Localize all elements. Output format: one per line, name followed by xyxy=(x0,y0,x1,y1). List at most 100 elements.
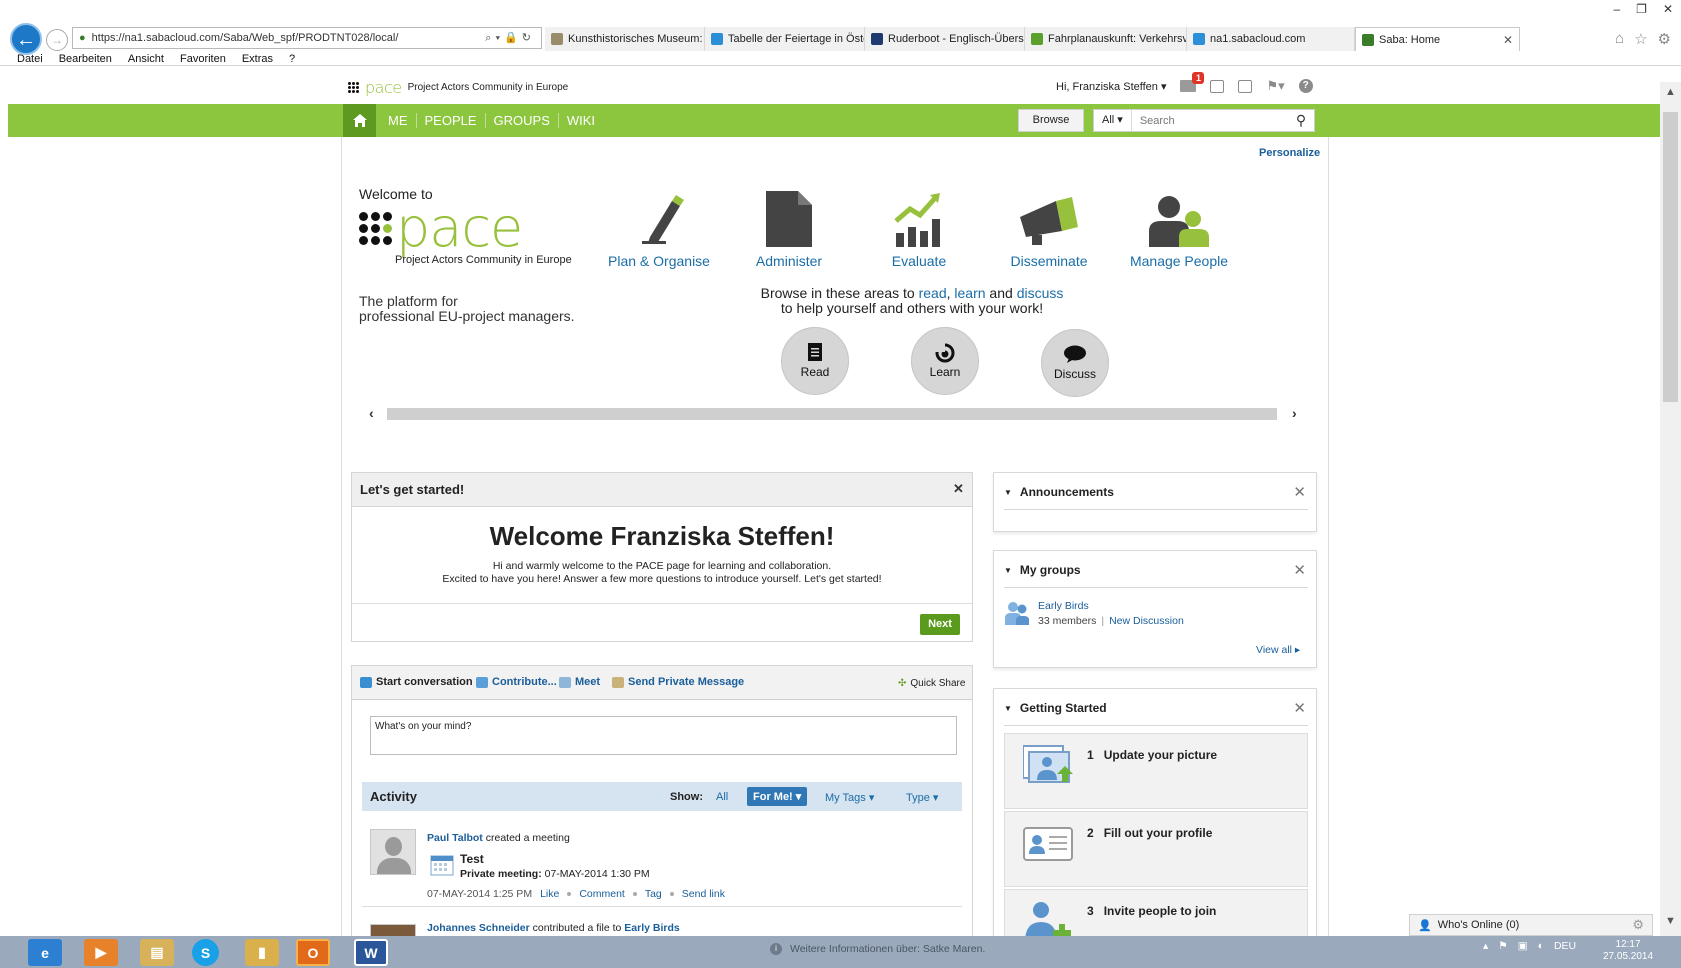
user-menu[interactable]: Hi, Franziska Steffen ▾ xyxy=(1056,80,1166,93)
gear-icon[interactable]: ⚙ xyxy=(1632,917,1644,933)
tab-contribute[interactable]: Contribute... xyxy=(476,676,557,688)
comment-link[interactable]: Comment xyxy=(579,888,625,900)
actor-link[interactable]: Paul Talbot xyxy=(427,832,483,844)
tag-link[interactable]: Tag xyxy=(645,888,662,900)
mail-icon[interactable]: 1 xyxy=(1180,72,1205,92)
area-disseminate[interactable]: Disseminate xyxy=(984,189,1114,269)
step-update-picture[interactable]: 1 Update your picture xyxy=(1004,733,1308,809)
search-scope-dropdown[interactable]: All ▾ xyxy=(1094,110,1132,131)
menu-item[interactable]: ? xyxy=(289,53,295,69)
bookmark-icon[interactable]: ⚑▾ xyxy=(1266,78,1284,94)
filter-all[interactable]: All xyxy=(716,791,728,803)
group-link[interactable]: Early Birds xyxy=(624,922,679,934)
like-link[interactable]: Like xyxy=(540,888,559,900)
close-icon[interactable]: ✕ xyxy=(953,481,964,497)
announcements-header[interactable]: ▼ Announcements xyxy=(1004,485,1114,499)
conversation-input[interactable]: What's on your mind? xyxy=(370,716,957,755)
my-groups-header[interactable]: ▼ My groups xyxy=(1004,563,1081,577)
step-fill-profile[interactable]: 2 Fill out your profile xyxy=(1004,811,1308,887)
scroll-up-icon[interactable]: ▲ xyxy=(1665,86,1676,98)
area-plan-organise[interactable]: Plan & Organise xyxy=(594,189,724,269)
view-all-link[interactable]: View all ▸ xyxy=(1256,644,1300,656)
volume-icon[interactable]: ◐ xyxy=(1538,940,1544,952)
tab-close-icon[interactable]: ✕ xyxy=(1503,33,1513,47)
browser-tab[interactable]: Tabelle der Feiertage in Österr... xyxy=(705,27,865,51)
network-icon[interactable]: ⚑ xyxy=(1498,940,1507,952)
media-player-icon[interactable]: ▶ xyxy=(84,939,118,966)
scroll-down-icon[interactable]: ▼ xyxy=(1665,915,1676,927)
page-scrollbar[interactable]: ▲ ▼ xyxy=(1660,82,1681,936)
close-icon[interactable]: ✕ xyxy=(1293,699,1306,717)
browse-button[interactable]: Browse xyxy=(1018,109,1084,132)
scroll-thumb[interactable] xyxy=(1663,112,1678,402)
address-tools-icon[interactable]: ⌕▾🔒↻ xyxy=(485,31,535,45)
search-icon[interactable]: ⚲ xyxy=(1288,112,1314,129)
calendar-icon[interactable] xyxy=(1238,79,1253,93)
chevron-right-icon[interactable]: › xyxy=(1292,405,1297,421)
discuss-button[interactable]: Discuss xyxy=(1041,329,1109,397)
folder-icon[interactable]: ▮ xyxy=(245,939,279,966)
chevron-left-icon[interactable]: ‹ xyxy=(369,405,374,421)
tab-send-private-message[interactable]: Send Private Message xyxy=(612,676,744,688)
area-administer[interactable]: Administer xyxy=(724,189,854,269)
actor-link[interactable]: Johannes Schneider xyxy=(427,922,530,934)
read-button[interactable]: Read xyxy=(781,327,849,395)
nav-item-wiki[interactable]: WIKI xyxy=(557,113,603,128)
step-invite-people[interactable]: 3 Invite people to join xyxy=(1004,889,1308,942)
discuss-link[interactable]: discuss xyxy=(1017,285,1064,301)
language-indicator[interactable]: DEU xyxy=(1554,940,1576,952)
personalize-link[interactable]: Personalize xyxy=(1259,147,1320,159)
nav-item-people[interactable]: PEOPLE xyxy=(415,113,485,128)
quick-share-button[interactable]: ✣ Quick Share xyxy=(898,678,965,689)
minimize-icon[interactable]: – xyxy=(1613,2,1620,16)
filter-my-tags[interactable]: My Tags ▾ xyxy=(825,791,874,804)
area-evaluate[interactable]: Evaluate xyxy=(854,189,984,269)
menu-item[interactable]: Favoriten xyxy=(180,53,226,69)
whos-online-bar[interactable]: 👤 Who's Online (0) ⚙ xyxy=(1409,914,1653,936)
learn-button[interactable]: Learn xyxy=(911,327,979,395)
help-icon[interactable]: ? xyxy=(1298,79,1313,93)
settings-gear-icon[interactable]: ⚙ xyxy=(1658,30,1671,48)
tab-meet[interactable]: Meet xyxy=(559,676,600,688)
display-icon[interactable]: ▣ xyxy=(1518,940,1528,952)
clock[interactable]: 12:17 27.05.2014 xyxy=(1603,939,1653,963)
avatar[interactable] xyxy=(370,829,416,875)
carousel-track[interactable] xyxy=(387,408,1277,420)
close-icon[interactable]: ✕ xyxy=(1293,561,1306,579)
header-logo[interactable]: pace Project Actors Community in Europe xyxy=(348,78,568,97)
home-button[interactable] xyxy=(343,104,376,137)
menu-item[interactable]: Datei xyxy=(17,53,43,69)
group-link[interactable]: Early Birds xyxy=(1038,600,1089,612)
browser-tab[interactable]: Kunsthistorisches Museum: Ka... xyxy=(545,27,705,51)
filter-type[interactable]: Type ▾ xyxy=(906,791,938,804)
home-icon[interactable]: ⌂ xyxy=(1615,30,1624,48)
profile-card-icon[interactable] xyxy=(1210,79,1225,93)
close-icon[interactable]: ✕ xyxy=(1293,483,1306,501)
internet-explorer-icon[interactable]: e xyxy=(28,939,62,966)
file-explorer-icon[interactable]: ▤ xyxy=(140,939,174,966)
next-button[interactable]: Next xyxy=(920,614,960,635)
outlook-icon[interactable]: O xyxy=(296,939,330,966)
menu-item[interactable]: Extras xyxy=(242,53,273,69)
word-icon[interactable]: W xyxy=(354,939,388,966)
nav-item-groups[interactable]: GROUPS xyxy=(484,113,558,128)
forward-button[interactable]: → xyxy=(46,29,68,51)
close-icon[interactable]: ✕ xyxy=(1663,2,1673,16)
getting-started-header[interactable]: ▼ Getting Started xyxy=(1004,701,1107,715)
send-link[interactable]: Send link xyxy=(682,888,725,900)
filter-for-me[interactable]: For Me! ▾ xyxy=(747,787,808,806)
nav-item-me[interactable]: ME xyxy=(380,113,416,128)
meeting-title-link[interactable]: Test xyxy=(460,852,484,866)
new-discussion-link[interactable]: New Discussion xyxy=(1109,615,1184,627)
browser-tab[interactable]: Fahrplanauskunft: Verkehrsver... xyxy=(1025,27,1187,51)
back-button[interactable]: ← xyxy=(10,23,42,55)
menu-item[interactable]: Ansicht xyxy=(128,53,164,69)
read-link[interactable]: read xyxy=(919,285,947,301)
learn-link[interactable]: learn xyxy=(954,285,985,301)
tray-arrow-icon[interactable]: ▴ xyxy=(1483,940,1488,952)
area-manage-people[interactable]: Manage People xyxy=(1114,189,1244,269)
favorites-star-icon[interactable]: ☆ xyxy=(1634,30,1647,48)
browser-tab[interactable]: Saba: Home ✕ xyxy=(1355,27,1520,51)
menu-item[interactable]: Bearbeiten xyxy=(59,53,112,69)
tab-start-conversation[interactable]: Start conversation xyxy=(360,676,473,688)
